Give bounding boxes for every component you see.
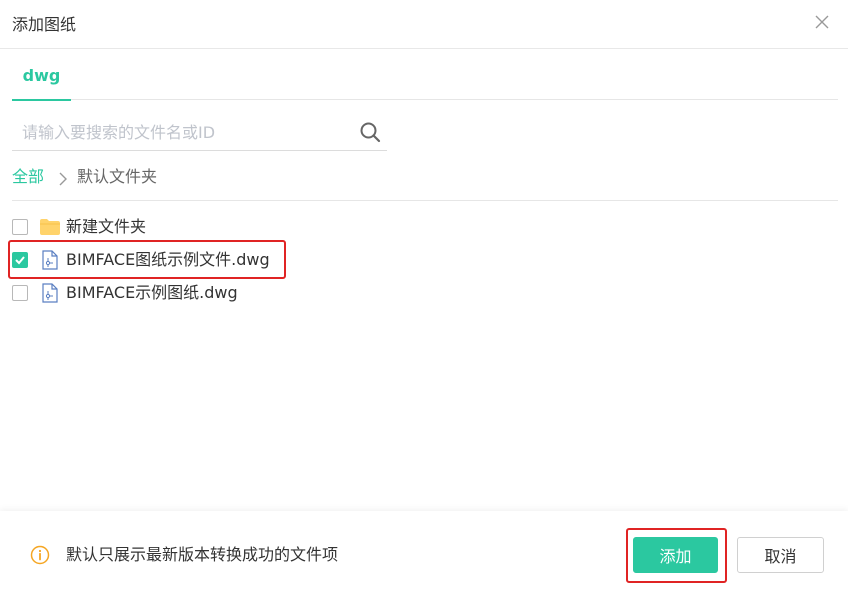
close-icon[interactable] xyxy=(814,14,830,30)
row-checkbox[interactable] xyxy=(12,219,28,235)
file-name[interactable]: 新建文件夹 xyxy=(66,215,146,239)
breadcrumb-root[interactable]: 全部 xyxy=(12,166,44,188)
search-box xyxy=(12,114,387,151)
dialog-header: 添加图纸 xyxy=(0,0,848,49)
folder-icon xyxy=(39,217,61,237)
info-icon xyxy=(30,545,50,565)
active-tab-indicator xyxy=(12,99,71,101)
dialog-footer: 默认只展示最新版本转换成功的文件项 添加 取消 xyxy=(0,511,848,597)
list-item[interactable]: BIMFACE示例图纸.dwg xyxy=(12,281,432,305)
breadcrumb-current: 默认文件夹 xyxy=(77,167,158,186)
add-drawing-dialog: 添加图纸 dwg 全部 默认文件夹 xyxy=(0,0,848,597)
tab-dwg-label: dwg xyxy=(22,66,61,85)
tab-dwg[interactable]: dwg xyxy=(12,49,71,101)
dwg-file-icon xyxy=(39,283,61,303)
divider xyxy=(12,200,838,201)
row-checkbox[interactable] xyxy=(12,285,28,301)
search-icon[interactable] xyxy=(359,121,381,143)
cancel-button[interactable]: 取消 xyxy=(737,537,824,573)
list-item[interactable]: 新建文件夹 xyxy=(12,215,432,239)
chevron-right-icon xyxy=(56,170,70,186)
add-button-highlight xyxy=(626,528,727,583)
file-name[interactable]: BIMFACE示例图纸.dwg xyxy=(66,281,238,305)
search-input[interactable] xyxy=(12,114,352,150)
footer-note: 默认只展示最新版本转换成功的文件项 xyxy=(66,545,339,564)
tab-bar: dwg xyxy=(12,49,838,101)
selection-highlight xyxy=(8,240,286,279)
dialog-title: 添加图纸 xyxy=(12,15,77,34)
